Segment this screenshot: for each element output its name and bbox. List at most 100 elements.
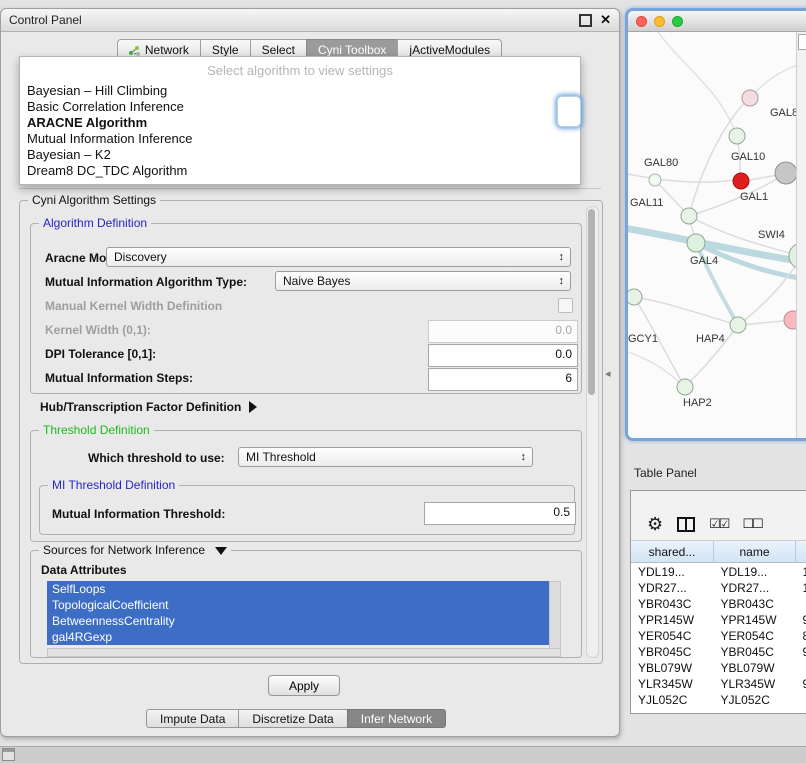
table-cell[interactable]: 9.	[796, 675, 806, 691]
table-cell[interactable]: YBR045C	[714, 643, 796, 659]
float-window-icon[interactable]	[579, 14, 592, 27]
network-node[interactable]	[742, 90, 758, 106]
table-cell[interactable]: YJL052C	[631, 691, 714, 707]
network-node[interactable]	[649, 174, 661, 186]
tab-discretize-data[interactable]: Discretize Data	[238, 709, 347, 728]
minimized-window-icon[interactable]	[2, 748, 15, 761]
settings-scrollbar-thumb[interactable]	[588, 209, 595, 395]
algorithm-option[interactable]: Mutual Information Inference	[20, 131, 580, 147]
table-cell[interactable]: YBL079W	[714, 659, 796, 675]
table-cell[interactable]: YDR27...	[631, 579, 714, 595]
network-graph[interactable]: GAL8GAL80GAL10GAL11GAL1SWI4GAL4GCY1HAP4H…	[628, 32, 796, 439]
network-edge[interactable]	[634, 297, 738, 325]
data-attribute-item[interactable]: TopologicalCoefficient	[47, 597, 549, 613]
table-row[interactable]: YBR045CYBR045C9.	[631, 643, 806, 659]
network-edge[interactable]	[658, 32, 737, 136]
table-cell[interactable]: YBL079W	[631, 659, 714, 675]
dpi-tolerance-field[interactable]: 0.0	[428, 344, 578, 367]
network-node[interactable]	[733, 173, 749, 189]
network-node[interactable]	[687, 234, 705, 252]
close-icon[interactable]: ✕	[600, 12, 611, 28]
network-node[interactable]	[789, 243, 796, 269]
aracne-mode-select[interactable]: Discovery ↕	[106, 247, 571, 267]
table-row[interactable]: YDL19...YDL19...13	[631, 563, 806, 580]
table-cell[interactable]: YDL19...	[631, 563, 714, 580]
table-row[interactable]: YBR043CYBR043C	[631, 595, 806, 611]
network-node[interactable]	[677, 379, 693, 395]
algorithm-combo-fragment[interactable]	[557, 96, 581, 127]
table-row[interactable]: YJL052CYJL052C	[631, 691, 806, 707]
network-window-titlebar[interactable]	[628, 11, 806, 32]
network-node[interactable]	[628, 289, 642, 305]
table-cell[interactable]: 12	[796, 579, 806, 595]
table-cell[interactable]: YPR145W	[714, 611, 796, 627]
apply-button[interactable]: Apply	[268, 675, 340, 696]
table-cell[interactable]: YLR345W	[631, 675, 714, 691]
zoom-traffic-light-icon[interactable]	[672, 16, 683, 27]
table-cell[interactable]: YDL19...	[714, 563, 796, 580]
algorithm-option[interactable]: Basic Correlation Inference	[20, 99, 580, 115]
algorithm-option[interactable]: Dream8 DC_TDC Algorithm	[20, 163, 580, 179]
attributes-horizontal-scrollbar[interactable]	[47, 648, 561, 657]
network-node[interactable]	[681, 208, 697, 224]
data-attribute-item[interactable]: gal4RGexp	[47, 629, 549, 645]
kernel-width-field[interactable]: 0.0	[428, 320, 578, 343]
network-node[interactable]	[784, 311, 796, 329]
network-edge[interactable]	[628, 352, 685, 387]
deselect-columns-icon[interactable]: ☐☐	[742, 516, 761, 532]
hub-definition-toggle[interactable]: Hub/Transcription Factor Definition	[40, 400, 257, 414]
columns-icon[interactable]	[677, 517, 695, 532]
table-cell[interactable]: 9.	[796, 643, 806, 659]
network-edge[interactable]	[750, 62, 796, 98]
settings-scrollbar[interactable]	[586, 206, 599, 658]
algorithm-option[interactable]: ARACNE Algorithm	[20, 115, 580, 131]
tab-infer-network[interactable]: Infer Network	[347, 709, 446, 728]
mi-steps-field[interactable]: 6	[428, 368, 578, 391]
algorithm-option[interactable]: Bayesian – Hill Climbing	[20, 83, 580, 99]
table-cell[interactable]: YLR345W	[714, 675, 796, 691]
network-node[interactable]	[729, 128, 745, 144]
column-header-third[interactable]	[796, 541, 806, 563]
network-node[interactable]	[730, 317, 746, 333]
table-cell[interactable]: YDR27...	[714, 579, 796, 595]
table-cell[interactable]	[796, 691, 806, 707]
data-attribute-item[interactable]: BetweennessCentrality	[47, 613, 549, 629]
table-cell[interactable]: 8.	[796, 627, 806, 643]
table-cell[interactable]: YBR043C	[714, 595, 796, 611]
network-edge[interactable]	[628, 172, 733, 182]
table-cell[interactable]: 9.	[796, 611, 806, 627]
table-cell[interactable]	[796, 659, 806, 675]
which-threshold-select[interactable]: MI Threshold ↕	[238, 447, 533, 467]
column-header-name[interactable]: name	[714, 541, 796, 563]
close-traffic-light-icon[interactable]	[636, 16, 647, 27]
control-panel-titlebar[interactable]: Control Panel ✕	[1, 9, 619, 32]
mi-algorithm-type-select[interactable]: Naive Bayes ↕	[275, 271, 571, 291]
table-row[interactable]: YPR145WYPR145W9.	[631, 611, 806, 627]
minimize-traffic-light-icon[interactable]	[654, 16, 665, 27]
sources-title[interactable]: Sources for Network Inference	[39, 543, 231, 557]
table-cell[interactable]: YER054C	[714, 627, 796, 643]
network-scrollbar[interactable]	[796, 32, 806, 439]
table-cell[interactable]: YBR043C	[631, 595, 714, 611]
table-row[interactable]: YLR345WYLR345W9.	[631, 675, 806, 691]
network-scrollbar-thumb[interactable]	[798, 34, 806, 50]
network-canvas[interactable]: GAL8GAL80GAL10GAL11GAL1SWI4GAL4GCY1HAP4H…	[628, 32, 806, 439]
network-node[interactable]	[775, 162, 796, 184]
table-cell[interactable]	[796, 595, 806, 611]
tab-impute-data[interactable]: Impute Data	[146, 709, 239, 728]
manual-kernel-checkbox[interactable]	[558, 298, 573, 313]
table-cell[interactable]: YJL052C	[714, 691, 796, 707]
table-cell[interactable]: YER054C	[631, 627, 714, 643]
algorithm-option[interactable]: Bayesian – K2	[20, 147, 580, 163]
table-cell[interactable]: YPR145W	[631, 611, 714, 627]
table-cell[interactable]: YBR045C	[631, 643, 714, 659]
attributes-vertical-scrollbar[interactable]	[549, 581, 561, 649]
mi-threshold-field[interactable]: 0.5	[424, 502, 576, 525]
gear-icon[interactable]: ⚙	[647, 516, 663, 532]
data-attribute-item[interactable]: SelfLoops	[47, 581, 549, 597]
column-header-shared-name[interactable]: shared...	[631, 541, 714, 563]
table-row[interactable]: YER054CYER054C8.	[631, 627, 806, 643]
splitter-collapse-icon[interactable]: ◂	[605, 367, 611, 380]
table-row[interactable]: YDR27...YDR27...12	[631, 579, 806, 595]
select-all-columns-icon[interactable]: ☑☑	[709, 516, 728, 532]
